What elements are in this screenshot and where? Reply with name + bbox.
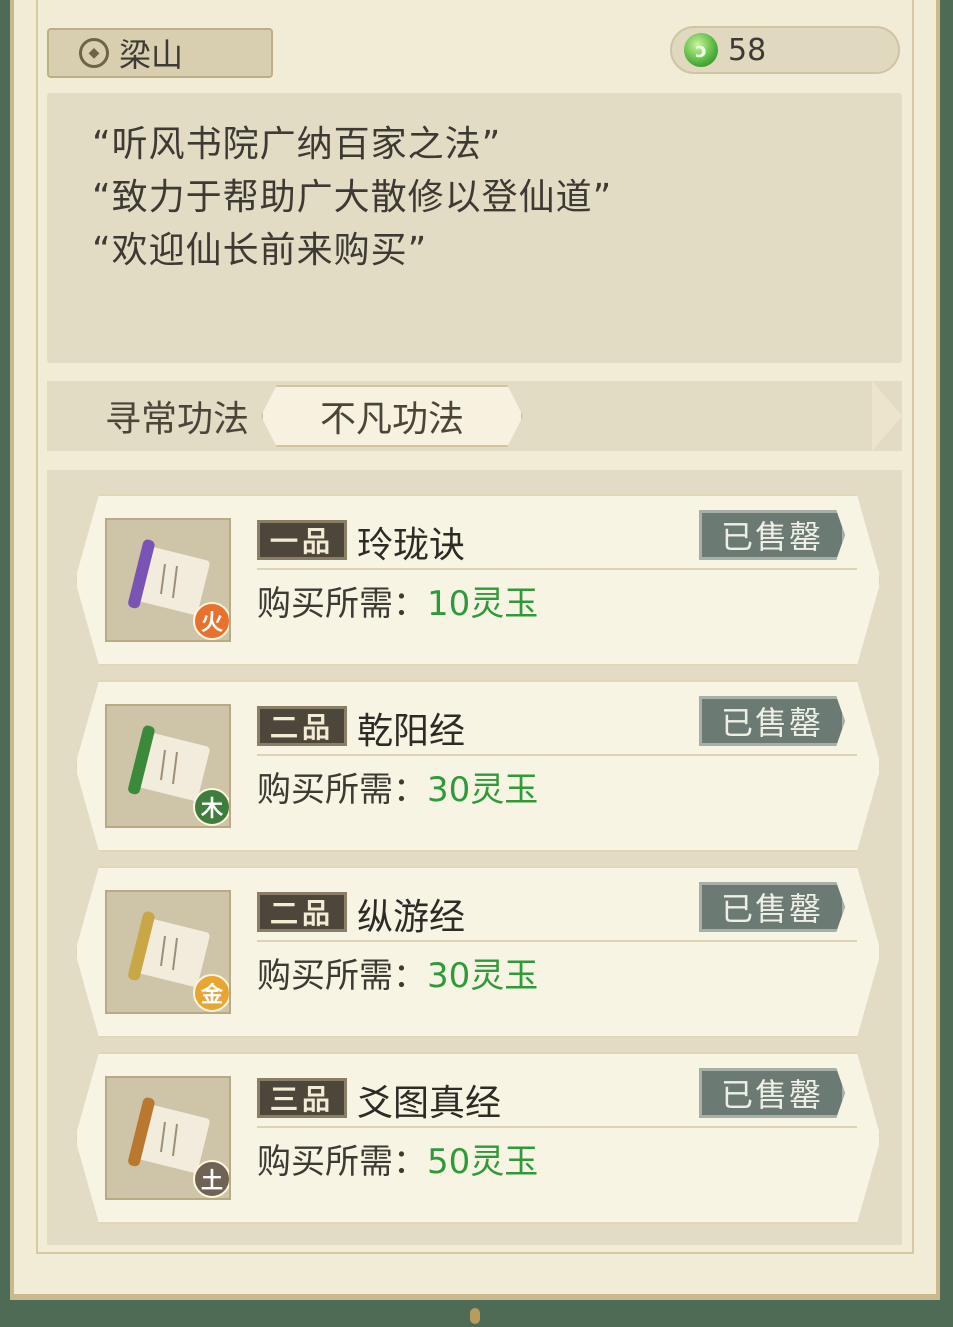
item-icon: 土 [105, 1076, 231, 1200]
tab-bar-end [872, 381, 902, 451]
item-name: 玲珑诀 [357, 525, 466, 566]
price-value: 30灵玉 [427, 956, 539, 996]
price-label: 购买所需： [257, 1142, 427, 1182]
price-label: 购买所需： [257, 770, 427, 810]
element-earth-badge: 土 [193, 1160, 229, 1198]
item-list: 火 一品 玲珑诀 购买所需：10灵玉 已售罄 木 二品 乾阳经 购买所需：30灵… [47, 470, 902, 1245]
list-item[interactable]: 木 二品 乾阳经 购买所需：30灵玉 已售罄 [75, 680, 881, 852]
intro-line: “致力于帮助广大散修以登仙道” [92, 177, 613, 218]
divider [257, 1126, 857, 1128]
currency-amount: 58 [728, 32, 767, 68]
item-icon: 木 [105, 704, 231, 828]
element-metal-badge: 金 [193, 974, 229, 1012]
divider [257, 754, 857, 756]
tab-bar: 寻常功法 不凡功法 [47, 381, 902, 451]
shop-intro: “听风书院广纳百家之法” “致力于帮助广大散修以登仙道” “欢迎仙长前来购买” [47, 93, 902, 363]
sold-out-badge: 已售罄 [699, 696, 845, 746]
price-value: 30灵玉 [427, 770, 539, 810]
sold-out-badge: 已售罄 [699, 882, 845, 932]
item-name: 纵游经 [357, 897, 466, 938]
element-wood-badge: 木 [193, 788, 229, 826]
sold-out-badge: 已售罄 [699, 510, 845, 560]
element-fire-badge: 火 [193, 602, 229, 640]
location-icon: ◆ [79, 38, 109, 68]
location-name: 梁山 [119, 36, 184, 74]
grade-badge: 三品 [257, 1078, 347, 1118]
item-price: 购买所需：30灵玉 [257, 948, 538, 997]
divider [257, 568, 857, 570]
item-name: 乾阳经 [357, 711, 466, 752]
grade-badge: 二品 [257, 706, 347, 746]
list-item[interactable]: 火 一品 玲珑诀 购买所需：10灵玉 已售罄 [75, 494, 881, 666]
panel-ornament [470, 1308, 480, 1324]
jade-icon: ↄ [684, 33, 718, 67]
item-price: 购买所需：50灵玉 [257, 1134, 538, 1183]
price-label: 购买所需： [257, 584, 427, 624]
divider [257, 940, 857, 942]
price-value: 10灵玉 [427, 584, 539, 624]
price-label: 购买所需： [257, 956, 427, 996]
sold-out-badge: 已售罄 [699, 1068, 845, 1118]
intro-line: “听风书院广纳百家之法” [92, 124, 502, 165]
item-name: 爻图真经 [357, 1083, 502, 1124]
item-icon: 火 [105, 518, 231, 642]
location-label: ◆ 梁山 [47, 28, 273, 78]
intro-line: “欢迎仙长前来购买” [92, 230, 428, 271]
list-item[interactable]: 土 三品 爻图真经 购买所需：50灵玉 已售罄 [75, 1052, 881, 1224]
item-price: 购买所需：10灵玉 [257, 576, 538, 625]
item-icon: 金 [105, 890, 231, 1014]
grade-badge: 一品 [257, 520, 347, 560]
list-item[interactable]: 金 二品 纵游经 购买所需：30灵玉 已售罄 [75, 866, 881, 1038]
item-price: 购买所需：30灵玉 [257, 762, 538, 811]
price-value: 50灵玉 [427, 1142, 539, 1182]
tab-rare-skills[interactable]: 不凡功法 [261, 385, 523, 447]
currency-display: ↄ 58 [670, 26, 900, 74]
grade-badge: 二品 [257, 892, 347, 932]
